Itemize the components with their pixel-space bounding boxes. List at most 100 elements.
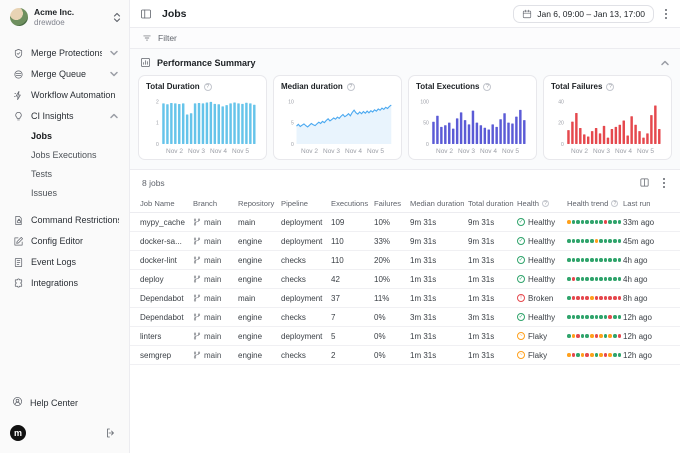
sidebar-item-ci-insights[interactable]: CI Insights [0, 106, 129, 127]
column-header-executions[interactable]: Executions [331, 199, 374, 208]
sidebar-item-workflow-automation[interactable]: Workflow Automation [0, 85, 129, 106]
table-row[interactable]: deploy main engine checks 42 10% 1m 31s 1m 31s ✓… [130, 270, 680, 289]
cell-repository: engine [238, 350, 263, 360]
sidebar-item-config-editor[interactable]: Config Editor [0, 231, 129, 252]
column-header-pipeline[interactable]: Pipeline [281, 199, 331, 208]
logout-icon[interactable] [105, 427, 117, 439]
table-menu-button[interactable] [660, 175, 668, 191]
info-icon[interactable]: ? [203, 82, 212, 91]
health-trend-dots [567, 277, 623, 281]
health-trend-dots [567, 334, 623, 338]
cell-failures: 0% [374, 312, 386, 322]
zap-icon [13, 90, 21, 100]
calendar-icon [523, 9, 532, 18]
mergify-logo[interactable]: m [10, 425, 26, 441]
table-row[interactable]: Dependabot main main deployment 37 11% 1m 31s 1… [130, 289, 680, 308]
org-name: Acme Inc. [34, 8, 75, 17]
table-row[interactable]: docker-sa... main engine deployment 110 33% 9m… [130, 232, 680, 251]
column-header-health-trend[interactable]: Health trend? [567, 199, 623, 208]
info-icon[interactable]: ? [346, 82, 355, 91]
cell-job-name: docker-lint [140, 255, 177, 265]
sidebar-item-help-center[interactable]: Help Center [0, 390, 129, 415]
cell-branch: main [193, 332, 238, 341]
health-status-icon: ✓ [517, 237, 525, 245]
cell-failures: 10% [374, 217, 391, 227]
info-icon[interactable]: ? [606, 82, 615, 91]
git-branch-icon [193, 294, 201, 302]
sidebar-item-merge-protections[interactable]: Merge Protections [0, 43, 129, 64]
jobs-count: 8 jobs [142, 177, 165, 188]
sidebar: Acme Inc. drewdoe Merge Protections Merge… [0, 0, 130, 453]
sidebar-subitem-tests[interactable]: Tests [0, 165, 129, 184]
column-header-health[interactable]: Health? [517, 199, 567, 208]
card-title: Total Executions [416, 82, 480, 91]
info-icon[interactable]: ? [611, 200, 619, 207]
panel-toggle-icon[interactable] [140, 8, 152, 20]
collapse-chevron-icon[interactable] [660, 59, 670, 67]
column-header-failures[interactable]: Failures [374, 199, 410, 208]
cell-median-duration: 1m 31s [410, 255, 437, 265]
sidebar-item-label: Event Logs [31, 257, 77, 268]
org-user: drewdoe [34, 17, 65, 27]
file-lock-icon [14, 215, 22, 225]
cell-health: ✓ Healthy [517, 237, 567, 246]
bar-chart: 0 20 40 [558, 99, 661, 147]
cell-branch: main [193, 294, 238, 303]
cell-total-duration: 9m 31s [468, 217, 495, 227]
info-icon[interactable]: ? [483, 82, 492, 91]
table-row[interactable]: semgrep main engine checks 2 0% 1m 31s 1m 31s ~ F… [130, 346, 680, 365]
column-header-branch[interactable]: Branch [193, 199, 238, 208]
date-range-button[interactable]: Jan 6, 09:00 – Jan 13, 17:00 [513, 4, 654, 23]
chevron-down-icon [110, 72, 118, 77]
sidebar-item-command-restrictions[interactable]: Command Restrictions [0, 210, 129, 231]
cell-pipeline: checks [281, 312, 306, 322]
header-menu-button[interactable] [662, 6, 670, 22]
column-header-total-duration[interactable]: Total duration [468, 199, 517, 208]
cell-executions: 109 [331, 217, 345, 227]
cell-executions: 37 [331, 293, 340, 303]
cell-job-name: linters [140, 331, 162, 341]
cell-executions: 42 [331, 274, 340, 284]
cell-health: ! Broken [517, 294, 567, 303]
sidebar-item-event-logs[interactable]: Event Logs [0, 252, 129, 273]
health-label: Healthy [528, 236, 556, 246]
cell-executions: 110 [331, 236, 344, 246]
sidebar-subitem-issues[interactable]: Issues [0, 184, 129, 203]
column-header-last-run[interactable]: Last run [623, 199, 670, 208]
health-status-icon: ✓ [517, 218, 525, 226]
filter-bar[interactable]: Filter [130, 28, 680, 49]
svg-text:10: 10 [288, 99, 294, 105]
cell-health-trend [567, 334, 623, 338]
table-row[interactable]: docker-lint main engine checks 110 20% 1m 31s 1… [130, 251, 680, 270]
cell-failures: 33% [374, 236, 391, 246]
column-header-job-name[interactable]: Job Name [140, 199, 193, 208]
cell-repository: main [238, 217, 256, 227]
table-row[interactable]: Dependabot main engine checks 7 0% 3m 31s 3m 31… [130, 308, 680, 327]
sidebar-item-label: Workflow Automation [31, 90, 116, 101]
sidebar-item-integrations[interactable]: Integrations [0, 273, 129, 294]
table-header-row: Job Name Branch Repository Pipeline Executio… [130, 195, 680, 213]
table-row[interactable]: mypy_cache main main deployment 109 10% 9m 31s… [130, 213, 680, 232]
cell-pipeline: deployment [281, 293, 323, 303]
cell-total-duration: 1m 31s [468, 331, 495, 341]
health-status-icon: ✓ [517, 256, 525, 264]
cell-branch: main [193, 237, 238, 246]
sidebar-item-merge-queue[interactable]: Merge Queue [0, 64, 129, 85]
column-header-repository[interactable]: Repository [238, 199, 281, 208]
cell-branch: main [193, 275, 238, 284]
sidebar-item-label: Integrations [31, 278, 79, 289]
cell-repository: engine [238, 274, 263, 284]
table-row[interactable]: linters main engine deployment 5 0% 1m 31s 1m 3… [130, 327, 680, 346]
svg-text:1: 1 [156, 120, 159, 126]
date-range-label: Jan 6, 09:00 – Jan 13, 17:00 [537, 8, 645, 19]
column-header-median-duration[interactable]: Median duration [410, 199, 468, 208]
columns-icon[interactable] [639, 177, 650, 188]
sidebar-subitem-jobs[interactable]: Jobs [0, 127, 129, 146]
health-label: Flaky [528, 350, 548, 360]
svg-text:5: 5 [291, 120, 294, 126]
cell-median-duration: 1m 31s [410, 293, 437, 303]
sidebar-subitem-jobs-executions[interactable]: Jobs Executions [0, 146, 129, 165]
svg-text:20: 20 [558, 120, 564, 126]
info-icon[interactable]: ? [541, 200, 549, 207]
org-switcher[interactable]: Acme Inc. drewdoe [0, 0, 129, 37]
